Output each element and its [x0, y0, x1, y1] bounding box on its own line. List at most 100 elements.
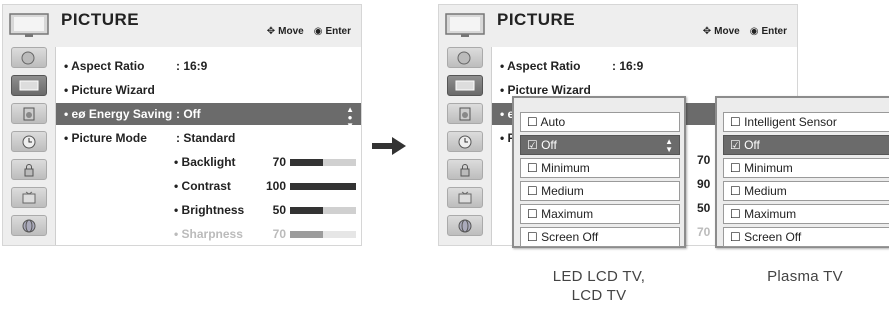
network-icon[interactable]	[11, 215, 47, 236]
option-label: Maximum	[744, 207, 797, 221]
picture-category-icon[interactable]	[447, 75, 483, 96]
option-label: Screen Off	[744, 230, 802, 244]
move-hint: Move	[714, 26, 740, 37]
menu-header: PICTURE ✥ Move ◉ Enter	[439, 5, 797, 43]
speaker-icon[interactable]	[11, 103, 47, 124]
option-label: Minimum	[744, 161, 793, 175]
level-bar	[290, 207, 356, 214]
caption-led-lcd: LED LCD TV, LCD TV	[534, 268, 664, 304]
setting-label: • Sharpness	[174, 227, 243, 241]
tv-icon	[9, 13, 49, 37]
category-sidebar	[7, 47, 51, 245]
setting-value: 70	[272, 227, 286, 241]
menu-item-energy-saving[interactable]: • eø Energy Saving : Off ▲ ● ▼	[56, 103, 361, 130]
setting-label: • Brightness	[174, 203, 245, 217]
tv-icon	[445, 13, 485, 37]
menu-item-value: : Standard	[176, 131, 236, 145]
setting-label: • Contrast	[174, 179, 231, 193]
option-label: Screen Off	[541, 230, 599, 244]
option-medium[interactable]: ☐ Medium	[723, 181, 889, 201]
option-off[interactable]: ☑ Off	[723, 135, 889, 155]
menu-title: PICTURE	[61, 10, 140, 29]
option-minimum[interactable]: ☐ Minimum	[723, 158, 889, 178]
level-bar	[290, 183, 356, 190]
enter-icon: ◉	[749, 26, 759, 37]
contrast-value: 90	[697, 177, 711, 191]
speaker-icon[interactable]	[447, 103, 483, 124]
picture-menu-panel: PICTURE ✥ Move ◉ Enter • Aspect Ratio : 16…	[2, 4, 362, 246]
setting-contrast[interactable]: • Contrast 100	[56, 175, 361, 197]
option-label: Off	[541, 138, 557, 152]
setting-value: 50	[272, 203, 286, 217]
lock-icon[interactable]	[11, 159, 47, 180]
enter-hint: Enter	[325, 26, 351, 37]
option-minimum[interactable]: ☐ Minimum	[520, 158, 680, 178]
option-label: Medium	[744, 184, 787, 198]
option-label: Off	[744, 138, 760, 152]
brightness-value: 50	[697, 201, 711, 215]
option-icon[interactable]	[11, 187, 47, 208]
option-medium[interactable]: ☐ Medium	[520, 181, 680, 201]
setting-value: 100	[265, 179, 286, 193]
energy-saving-popup-plasma: ☐ Intelligent Sensor ☑ Off ☐ Minimum ☐ M…	[715, 96, 889, 248]
lock-icon[interactable]	[447, 159, 483, 180]
option-label: Medium	[541, 184, 584, 198]
clock-icon[interactable]	[11, 131, 47, 152]
menu-header: PICTURE ✥ Move ◉ Enter	[3, 5, 361, 43]
setting-value: 70	[272, 155, 286, 169]
option-maximum[interactable]: ☐ Maximum	[520, 204, 680, 224]
up-down-icon[interactable]: ▲ ▼	[665, 138, 673, 154]
option-maximum[interactable]: ☐ Maximum	[723, 204, 889, 224]
menu-item-label: • eø Energy Saving	[64, 107, 173, 121]
setting-label: • Backlight	[174, 155, 236, 169]
menu-item-label: • Aspect Ratio	[64, 59, 145, 73]
level-bar	[290, 231, 356, 238]
menu-item-label: • Aspect Ratio	[500, 59, 581, 73]
picture-category-icon[interactable]	[11, 75, 47, 96]
menu-item-value: : 16:9	[612, 59, 644, 73]
caption-line: LCD TV	[571, 287, 627, 304]
network-icon[interactable]	[447, 215, 483, 236]
option-icon[interactable]	[447, 187, 483, 208]
option-off[interactable]: ☑ Off ▲ ▼	[520, 135, 680, 155]
setting-backlight[interactable]: • Backlight 70	[56, 151, 361, 173]
menu-title: PICTURE	[497, 10, 576, 29]
menu-item-aspect-ratio[interactable]: • Aspect Ratio : 16:9	[56, 55, 361, 77]
menu-item-picture-wizard[interactable]: • Picture Wizard	[56, 79, 361, 101]
navigation-hints: ✥ Move ◉ Enter	[703, 26, 787, 37]
option-label: Auto	[540, 115, 566, 129]
menu-item-label: • Picture Mode	[64, 131, 147, 145]
move-hint: Move	[278, 26, 304, 37]
menu-item-picture-mode[interactable]: • Picture Mode : Standard	[56, 127, 361, 149]
move-icon: ✥	[702, 26, 712, 37]
option-screen-off[interactable]: ☐ Screen Off	[520, 227, 680, 247]
right-arrow-icon	[372, 137, 406, 155]
option-label: Intelligent Sensor	[744, 115, 837, 129]
option-auto[interactable]: ☐ Auto	[520, 112, 680, 132]
backlight-value: 70	[697, 153, 711, 167]
enter-icon: ◉	[313, 26, 323, 37]
satellite-dish-icon[interactable]	[11, 47, 47, 68]
move-icon: ✥	[266, 26, 276, 37]
caption-plasma: Plasma TV	[767, 268, 843, 285]
navigation-hints: ✥ Move ◉ Enter	[267, 26, 351, 37]
clock-icon[interactable]	[447, 131, 483, 152]
caption-line: LED LCD TV,	[552, 268, 646, 285]
menu-item-value: : Off	[176, 107, 201, 121]
menu-item-label: • Picture Wizard	[64, 83, 155, 97]
energy-saving-popup-led-lcd: ☐ Auto ☑ Off ▲ ▼ ☐ Minimum ☐ Medium ☐ Maxi…	[512, 96, 686, 248]
setting-brightness[interactable]: • Brightness 50	[56, 199, 361, 221]
level-bar	[290, 159, 356, 166]
settings-list: • Aspect Ratio : 16:9 • Picture Wizard •…	[55, 47, 361, 245]
menu-item-aspect-ratio[interactable]: • Aspect Ratio : 16:9	[492, 55, 797, 77]
option-intelligent-sensor[interactable]: ☐ Intelligent Sensor	[723, 112, 889, 132]
enter-hint: Enter	[761, 26, 787, 37]
menu-item-value: : 16:9	[176, 59, 208, 73]
option-screen-off[interactable]: ☐ Screen Off	[723, 227, 889, 247]
option-label: Maximum	[541, 207, 594, 221]
setting-sharpness[interactable]: • Sharpness 70	[56, 223, 361, 245]
option-label: Minimum	[541, 161, 590, 175]
sharpness-value: 70	[697, 225, 711, 239]
category-sidebar	[443, 47, 487, 245]
satellite-dish-icon[interactable]	[447, 47, 483, 68]
